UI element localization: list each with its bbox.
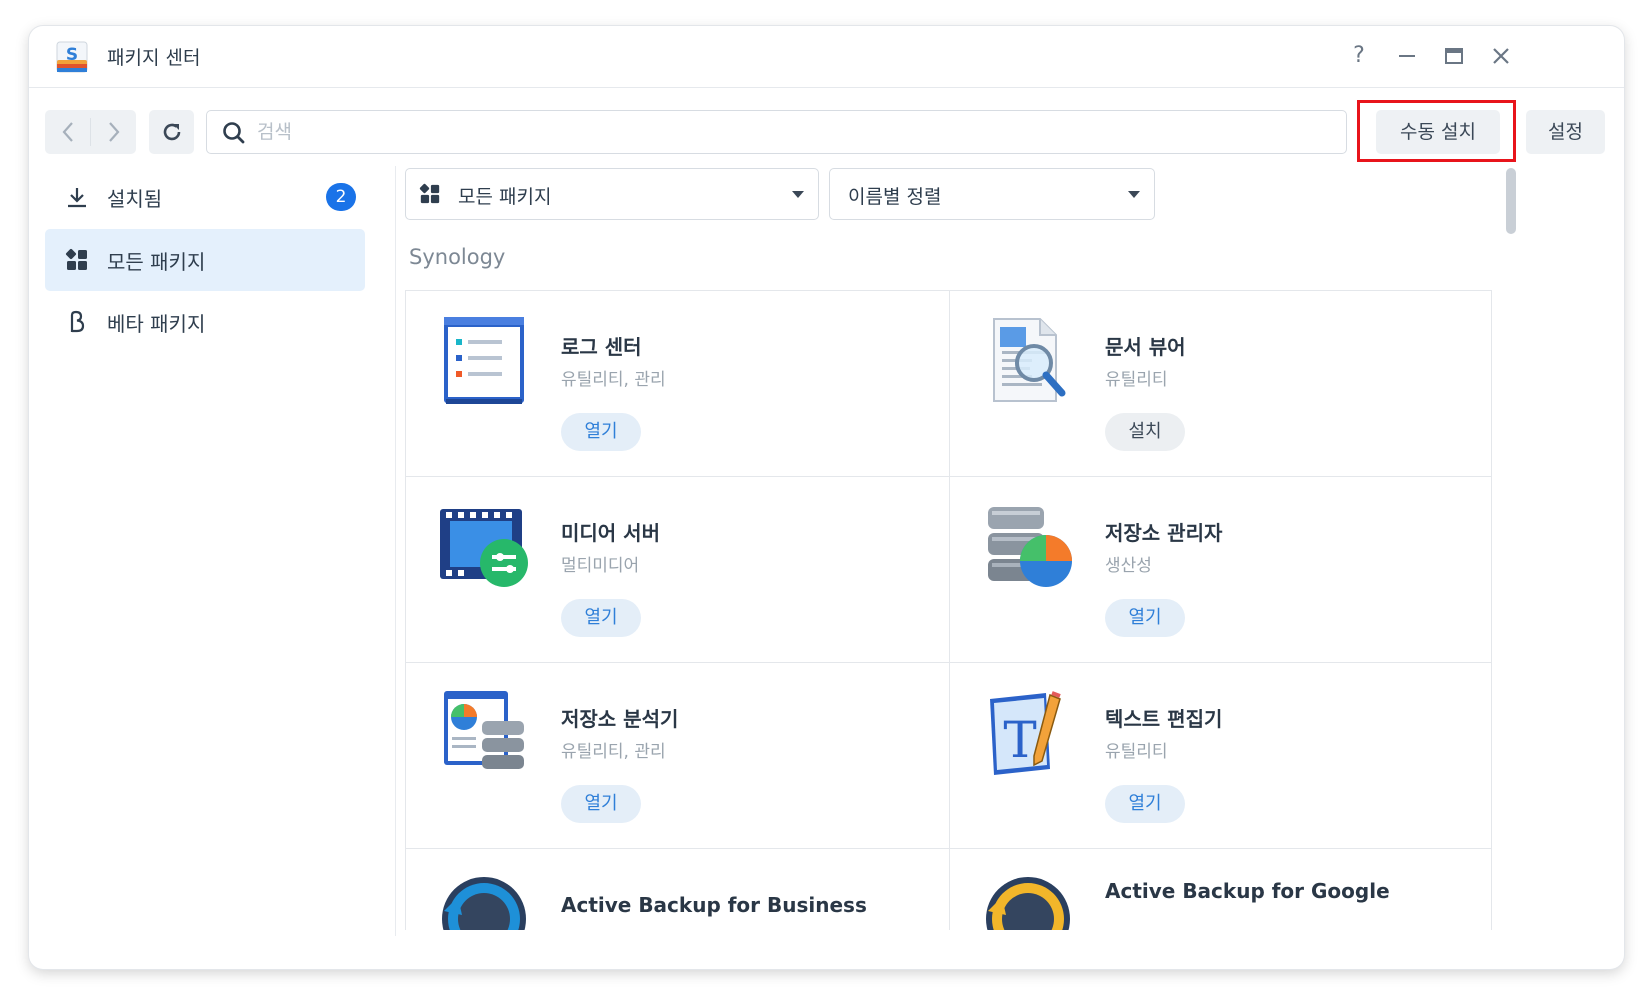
- sort-dropdown[interactable]: 이름별 정렬: [829, 168, 1155, 220]
- package-name: 로그 센터: [561, 335, 642, 359]
- sidebar-item-beta-packages[interactable]: 베타 패키지: [45, 291, 365, 353]
- document-viewer-icon: [993, 318, 1066, 402]
- package-category: 유틸리티: [1105, 742, 1168, 762]
- package-card-storage-analyzer[interactable]: 저장소 분석기 유틸리티, 관리 열기: [406, 663, 949, 849]
- settings-button[interactable]: 설정: [1526, 110, 1605, 154]
- back-button[interactable]: [45, 110, 90, 154]
- package-card-active-backup-google[interactable]: Active Backup for Google: [949, 849, 1491, 930]
- package-card-active-backup-business[interactable]: Active Backup for Business: [406, 849, 949, 930]
- minimize-icon: [1399, 55, 1415, 57]
- svg-text:S: S: [66, 45, 78, 65]
- sidebar-item-label: 베타 패키지: [107, 312, 206, 336]
- package-name: 미디어 서버: [561, 521, 660, 545]
- maximize-icon: [1445, 48, 1463, 64]
- svg-text:T: T: [1003, 711, 1036, 769]
- help-button[interactable]: ?: [1343, 40, 1375, 72]
- beta-icon: [70, 310, 85, 333]
- title-bar: S 패키지 센터 ?: [29, 26, 1624, 88]
- scrollbar-thumb[interactable]: [1506, 168, 1516, 234]
- open-button[interactable]: 열기: [561, 599, 641, 637]
- search-icon: [223, 122, 245, 144]
- grid-icon: [65, 248, 87, 270]
- package-grid: 로그 센터 유틸리티, 관리 열기 문서 뷰어 유틸리티 설치 미디어 서버 멀…: [405, 290, 1492, 930]
- package-card-document-viewer[interactable]: 문서 뷰어 유틸리티 설치: [949, 291, 1491, 477]
- refresh-icon: [163, 123, 180, 141]
- sidebar-divider: [395, 166, 396, 936]
- storage-manager-icon: [988, 507, 1072, 587]
- package-category: 생산성: [1105, 556, 1152, 576]
- navigation-group: [45, 110, 136, 154]
- close-button[interactable]: [1485, 40, 1517, 72]
- sidebar: 설치됨 2 모든 패키지 베타 패키지: [29, 166, 395, 969]
- section-title: Synology: [409, 245, 506, 269]
- close-icon: [1493, 48, 1509, 64]
- install-button[interactable]: 설치: [1105, 413, 1185, 451]
- sidebar-item-label: 모든 패키지: [107, 250, 206, 274]
- open-button[interactable]: 열기: [561, 785, 641, 823]
- text-editor-icon: T: [990, 691, 1061, 775]
- package-name: 저장소 분석기: [561, 707, 679, 731]
- sidebar-item-all-packages[interactable]: 모든 패키지: [45, 229, 365, 291]
- category-dropdown-label: 모든 패키지: [458, 186, 552, 208]
- log-center-icon: [444, 317, 524, 404]
- package-category: 멀티미디어: [561, 556, 640, 576]
- chevron-down-icon: [1128, 191, 1140, 198]
- open-button[interactable]: 열기: [561, 413, 641, 451]
- chevron-left-icon: [62, 122, 73, 142]
- sidebar-item-label: 설치됨: [107, 187, 163, 211]
- grid-icon: [419, 183, 440, 204]
- package-card-storage-manager[interactable]: 저장소 관리자 생산성 열기: [949, 477, 1491, 663]
- chevron-right-icon: [108, 122, 119, 142]
- highlight-box: [1357, 100, 1516, 162]
- window-title: 패키지 센터: [107, 47, 201, 69]
- open-button[interactable]: 열기: [1105, 785, 1185, 823]
- package-center-app-icon: S: [56, 41, 88, 73]
- package-name: 저장소 관리자: [1105, 521, 1223, 545]
- package-card-text-editor[interactable]: T 텍스트 편집기 유틸리티 열기: [949, 663, 1491, 849]
- media-server-icon: [440, 509, 528, 587]
- category-dropdown[interactable]: 모든 패키지: [405, 168, 819, 220]
- download-icon: [68, 188, 86, 208]
- refresh-button[interactable]: [149, 110, 194, 154]
- package-name: Active Backup for Business: [561, 893, 867, 917]
- active-backup-google-icon: [986, 877, 1070, 930]
- installed-count-badge: 2: [326, 183, 356, 211]
- storage-analyzer-icon: [444, 691, 524, 769]
- package-center-window: S 패키지 센터 ? 수동 설치: [29, 26, 1624, 969]
- minimize-button[interactable]: [1391, 40, 1423, 72]
- open-button[interactable]: 열기: [1105, 599, 1185, 637]
- package-category: 유틸리티, 관리: [561, 370, 666, 390]
- package-name: Active Backup for Google: [1105, 879, 1390, 903]
- package-name: 문서 뷰어: [1105, 335, 1186, 359]
- package-card-media-server[interactable]: 미디어 서버 멀티미디어 열기: [406, 477, 949, 663]
- package-card-log-center[interactable]: 로그 센터 유틸리티, 관리 열기: [406, 291, 949, 477]
- forward-button[interactable]: [91, 110, 136, 154]
- sidebar-item-installed[interactable]: 설치됨 2: [45, 166, 365, 228]
- sort-dropdown-label: 이름별 정렬: [848, 186, 942, 208]
- package-category: 유틸리티: [1105, 370, 1168, 390]
- chevron-down-icon: [792, 191, 804, 198]
- search-input[interactable]: [257, 117, 1327, 147]
- package-name: 텍스트 편집기: [1105, 707, 1223, 731]
- package-category: 유틸리티, 관리: [561, 742, 666, 762]
- active-backup-business-icon: [442, 877, 526, 930]
- search-box: [206, 110, 1347, 154]
- maximize-button[interactable]: [1438, 40, 1470, 72]
